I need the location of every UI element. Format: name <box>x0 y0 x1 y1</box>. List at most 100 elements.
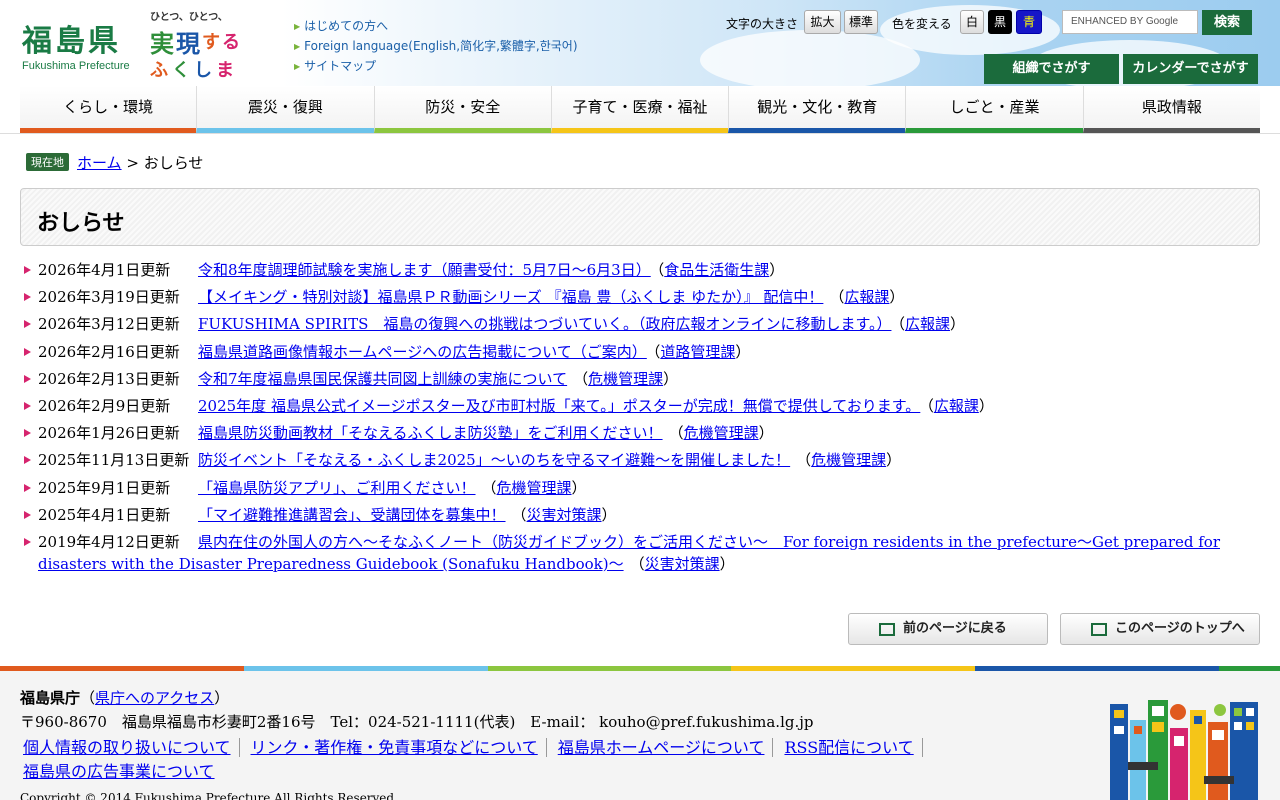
back-arrow-icon <box>879 623 895 636</box>
list-item: 2026年4月1日更新 令和8年度調理師試験を実施します（願書受付：5月7日～6月… <box>24 259 1254 286</box>
news-date: 2026年2月16日更新 <box>38 342 180 361</box>
copyright: Copyright © 2014 Fukushima Prefecture Al… <box>20 791 398 800</box>
news-title-link[interactable]: 福島県防災動画教材「そなえるふくしま防災塾」をご利用ください！ <box>198 424 663 442</box>
site-logo[interactable]: 福島県 Fukushima Prefecture <box>22 16 130 72</box>
text-size-enlarge-button[interactable]: 拡大 <box>804 10 841 34</box>
color-blue-button[interactable]: 青 <box>1016 10 1042 34</box>
color-white-button[interactable]: 白 <box>960 10 984 34</box>
back-button-label: 前のページに戻る <box>903 621 1007 636</box>
utility-links: はじめての方へ Foreign language(English,简化字,繁體字… <box>294 16 578 76</box>
news-date: 2026年1月26日更新 <box>38 424 180 443</box>
breadcrumb-home-link[interactable]: ホーム <box>77 154 122 172</box>
news-date: 2025年4月1日更新 <box>38 505 171 524</box>
current-location-badge: 現在地 <box>26 153 69 171</box>
news-title-link[interactable]: 令和7年度福島県国民保護共同図上訓練の実施について <box>198 370 567 388</box>
footer-link-rss[interactable]: RSS配信について <box>781 738 923 757</box>
page-top-button[interactable]: このページのトップへ <box>1060 613 1260 645</box>
text-size-label: 文字の大きさ <box>726 17 799 31</box>
page-title: おしらせ <box>37 211 125 236</box>
footer-links: 個人情報の取り扱いについて リンク・著作権・免責事項などについて 福島県ホームページ… <box>20 736 940 784</box>
nav-item-safety[interactable]: 防災・安全 <box>373 86 551 133</box>
list-item: 2026年3月19日更新 【メイキング・特別対談】福島県ＰＲ動画シリーズ 『福島 … <box>24 286 1254 313</box>
nav-item-culture[interactable]: 観光・文化・教育 <box>728 86 906 133</box>
news-date: 2025年9月1日更新 <box>38 478 171 497</box>
site-footer: 福島県庁（県庁へのアクセス） 〒960-8670 福島県福島市杉妻町2番16号 … <box>0 671 1280 800</box>
news-title-link[interactable]: 「マイ避難推進講習会」、受講団体を募集中！ <box>198 506 506 524</box>
news-date: 2026年2月13日更新 <box>38 369 180 388</box>
list-item: 2025年9月1日更新 「福島県防災アプリ」、ご利用ください！ （危機管理課） <box>24 477 1254 504</box>
news-title-link[interactable]: 「福島県防災アプリ」、ご利用ください！ <box>198 479 476 497</box>
footer-org: 福島県庁（県庁へのアクセス） <box>20 689 230 707</box>
news-dept-link[interactable]: 災害対策課 <box>527 506 602 524</box>
footer-link-privacy[interactable]: 個人情報の取り扱いについて <box>20 738 240 757</box>
footer-link-copyright[interactable]: リンク・著作権・免責事項などについて <box>247 738 547 757</box>
news-date: 2019年4月12日更新 <box>38 532 180 551</box>
page-top-button-label: このページのトップへ <box>1115 621 1245 636</box>
news-date: 2026年3月19日更新 <box>38 288 180 307</box>
list-item: 2026年3月12日更新 FUKUSHIMA SPIRITS 福島の復興への挑戦は… <box>24 313 1254 340</box>
news-title-link[interactable]: 【メイキング・特別対談】福島県ＰＲ動画シリーズ 『福島 豊（ふくしま ゆたか）』… <box>198 288 823 306</box>
search-button[interactable]: 検索 <box>1202 10 1252 35</box>
news-dept-link[interactable]: 食品生活衛生課 <box>664 261 769 279</box>
news-dept-link[interactable]: 危機管理課 <box>497 479 572 497</box>
text-size-normal-button[interactable]: 標準 <box>844 10 878 34</box>
list-item: 2019年4月12日更新 県内在住の外国人の方へ～そなふくノート（防災ガイドブック… <box>24 531 1254 575</box>
page-top-icon <box>1091 623 1107 636</box>
news-title-link[interactable]: 2025年度 福島県公式イメージポスター及び市町村版「来て。」ポスターが完成！無… <box>198 397 920 415</box>
color-black-button[interactable]: 黒 <box>988 10 1012 34</box>
footer-access-link[interactable]: 県庁へのアクセス <box>95 689 214 707</box>
nav-item-welfare[interactable]: 子育て・医療・福祉 <box>550 86 729 133</box>
util-link-foreign-language[interactable]: Foreign language(English,简化字,繁體字,한국어) <box>294 36 577 56</box>
breadcrumb-current: おしらせ <box>143 154 204 172</box>
global-nav: くらし・環境 震災・復興 防災・安全 子育て・医療・福祉 観光・文化・教育 しご… <box>20 86 1260 133</box>
site-header: 福島県 Fukushima Prefecture ひとつ、ひとつ、 実 現 す … <box>0 0 1280 90</box>
breadcrumb-separator: > <box>126 154 139 172</box>
footer-link-about[interactable]: 福島県ホームページについて <box>554 738 774 757</box>
logo-subtitle: Fukushima Prefecture <box>22 60 130 72</box>
nav-item-industry[interactable]: しごと・産業 <box>905 86 1083 133</box>
nav-item-living[interactable]: くらし・環境 <box>20 86 197 133</box>
footer-link-advertising[interactable]: 福島県の広告事業について <box>20 762 223 781</box>
nav-divider <box>0 133 1280 134</box>
list-item: 2026年2月13日更新 令和7年度福島県国民保護共同図上訓練の実施について （危機… <box>24 368 1254 395</box>
list-item: 2026年1月26日更新 福島県防災動画教材「そなえるふくしま防災塾」をご利用くだ… <box>24 422 1254 449</box>
list-item: 2026年2月16日更新 福島県道路画像情報ホームページへの広告掲載について（ご案… <box>24 341 1254 368</box>
news-date: 2025年11月13日更新 <box>38 451 190 470</box>
news-list: 2026年4月1日更新 令和8年度調理師試験を実施します（願書受付：5月7日～6月… <box>24 259 1254 575</box>
news-dept-link[interactable]: 災害対策課 <box>645 555 720 573</box>
util-link-sitemap[interactable]: サイトマップ <box>294 56 578 76</box>
news-dept-link[interactable]: 道路管理課 <box>660 343 735 361</box>
news-dept-link[interactable]: 危機管理課 <box>684 424 759 442</box>
news-title-link[interactable]: 県内在住の外国人の方へ～そなふくノート（防災ガイドブック）をご活用ください～ F… <box>38 533 1220 573</box>
news-dept-link[interactable]: 危機管理課 <box>588 370 663 388</box>
logo-text: 福島県 <box>22 24 121 59</box>
town-illustration-icon <box>1110 700 1258 800</box>
nav-item-disaster-recovery[interactable]: 震災・復興 <box>196 86 374 133</box>
news-date: 2026年3月12日更新 <box>38 315 180 334</box>
color-change-label: 色を変える <box>892 17 952 31</box>
util-link-beginners[interactable]: はじめての方へ <box>294 16 578 36</box>
news-title-link[interactable]: 令和8年度調理師試験を実施します（願書受付：5月7日～6月3日） <box>198 261 651 279</box>
news-title-link[interactable]: FUKUSHIMA SPIRITS 福島の復興への挑戦はつづいていく。（政府広報… <box>198 315 891 333</box>
slogan-logo: ひとつ、ひとつ、 実 現 す る ふ く し ま <box>150 12 240 81</box>
back-button[interactable]: 前のページに戻る <box>848 613 1048 645</box>
search-by-organization-button[interactable]: 組織でさがす <box>984 54 1119 84</box>
news-date: 2026年2月9日更新 <box>38 396 171 415</box>
footer-org-name: 福島県庁 <box>20 689 81 707</box>
footer-address: 〒960-8670 福島県福島市杉妻町2番16号 Tel：024-521-111… <box>20 713 814 731</box>
nav-item-government[interactable]: 県政情報 <box>1082 86 1260 133</box>
list-item: 2025年4月1日更新 「マイ避難推進講習会」、受講団体を募集中！ （災害対策課） <box>24 504 1254 531</box>
search-input[interactable]: ENHANCED BY Google <box>1062 10 1198 34</box>
news-dept-link[interactable]: 広報課 <box>844 288 889 306</box>
news-dept-link[interactable]: 広報課 <box>905 315 950 333</box>
list-item: 2026年2月9日更新 2025年度 福島県公式イメージポスター及び市町村版「来て… <box>24 395 1254 422</box>
search-by-calendar-button[interactable]: カレンダーでさがす <box>1123 54 1258 84</box>
breadcrumb: 現在地 ホーム > おしらせ <box>26 152 203 173</box>
page-title-box: おしらせ <box>20 188 1260 246</box>
news-dept-link[interactable]: 危機管理課 <box>811 451 886 469</box>
news-date: 2026年4月1日更新 <box>38 261 171 279</box>
news-dept-link[interactable]: 広報課 <box>934 397 979 415</box>
news-title-link[interactable]: 福島県道路画像情報ホームページへの広告掲載について（ご案内） <box>198 343 647 361</box>
list-item: 2025年11月13日更新 防災イベント「そなえる・ふくしま2025」～いのちを守… <box>24 449 1254 476</box>
news-title-link[interactable]: 防災イベント「そなえる・ふくしま2025」～いのちを守るマイ避難～を開催しました… <box>198 451 790 469</box>
